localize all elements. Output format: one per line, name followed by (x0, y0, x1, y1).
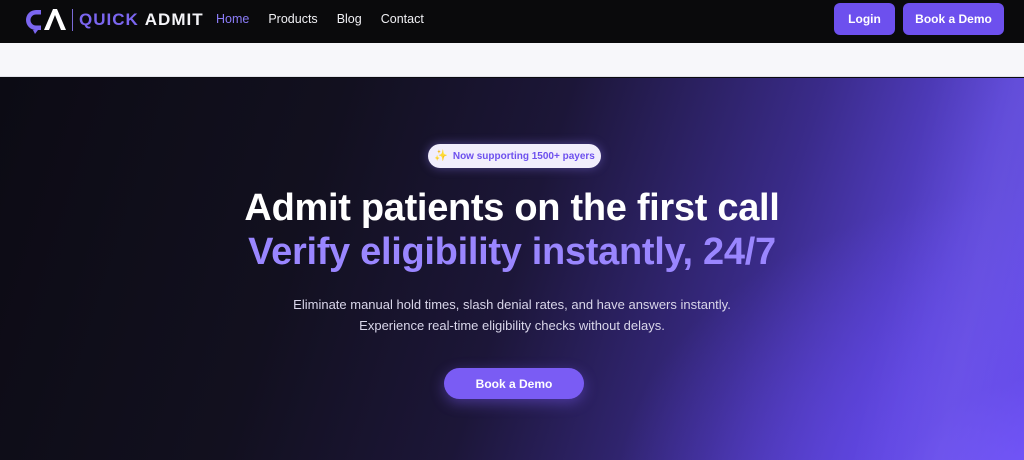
payers-badge-text: Now supporting 1500+ payers (452, 150, 595, 162)
hero-headline: Admit patients on the first call (244, 187, 780, 229)
brand-logo[interactable]: QUICK ADMIT (24, 6, 204, 34)
brand-quick-text: QUICK (79, 10, 139, 29)
announcement-strip (0, 43, 1024, 77)
nav-blog-link[interactable]: Blog (337, 12, 362, 26)
main-nav: Home Products Blog Contact (216, 0, 424, 38)
hero-subheadline: Verify eligibility instantly, 24/7 (248, 231, 776, 273)
nav-products-link[interactable]: Products (268, 12, 317, 26)
hero-description-line-1: Eliminate manual hold times, slash denia… (293, 297, 731, 312)
book-demo-hero-button[interactable]: Book a Demo (444, 368, 584, 399)
quickadmit-logo-icon (26, 9, 66, 34)
nav-home-link[interactable]: Home (216, 12, 249, 26)
brand-divider (72, 9, 73, 31)
nav-contact-link[interactable]: Contact (381, 12, 424, 26)
payers-badge: ✨ Now supporting 1500+ payers (428, 144, 601, 168)
hero-description-line-2: Experience real-time eligibility checks … (359, 318, 665, 333)
hero-section: ✨ Now supporting 1500+ payers Admit pati… (0, 78, 1024, 460)
brand-admit-text: ADMIT (144, 10, 204, 29)
sparkles-icon: ✨ (434, 149, 448, 162)
book-demo-header-button[interactable]: Book a Demo (903, 3, 1004, 35)
brand-wordmark: QUICK ADMIT (79, 6, 204, 34)
login-button[interactable]: Login (834, 3, 895, 35)
top-navigation-bar: QUICK ADMIT Home Products Blog Contact L… (0, 0, 1024, 43)
